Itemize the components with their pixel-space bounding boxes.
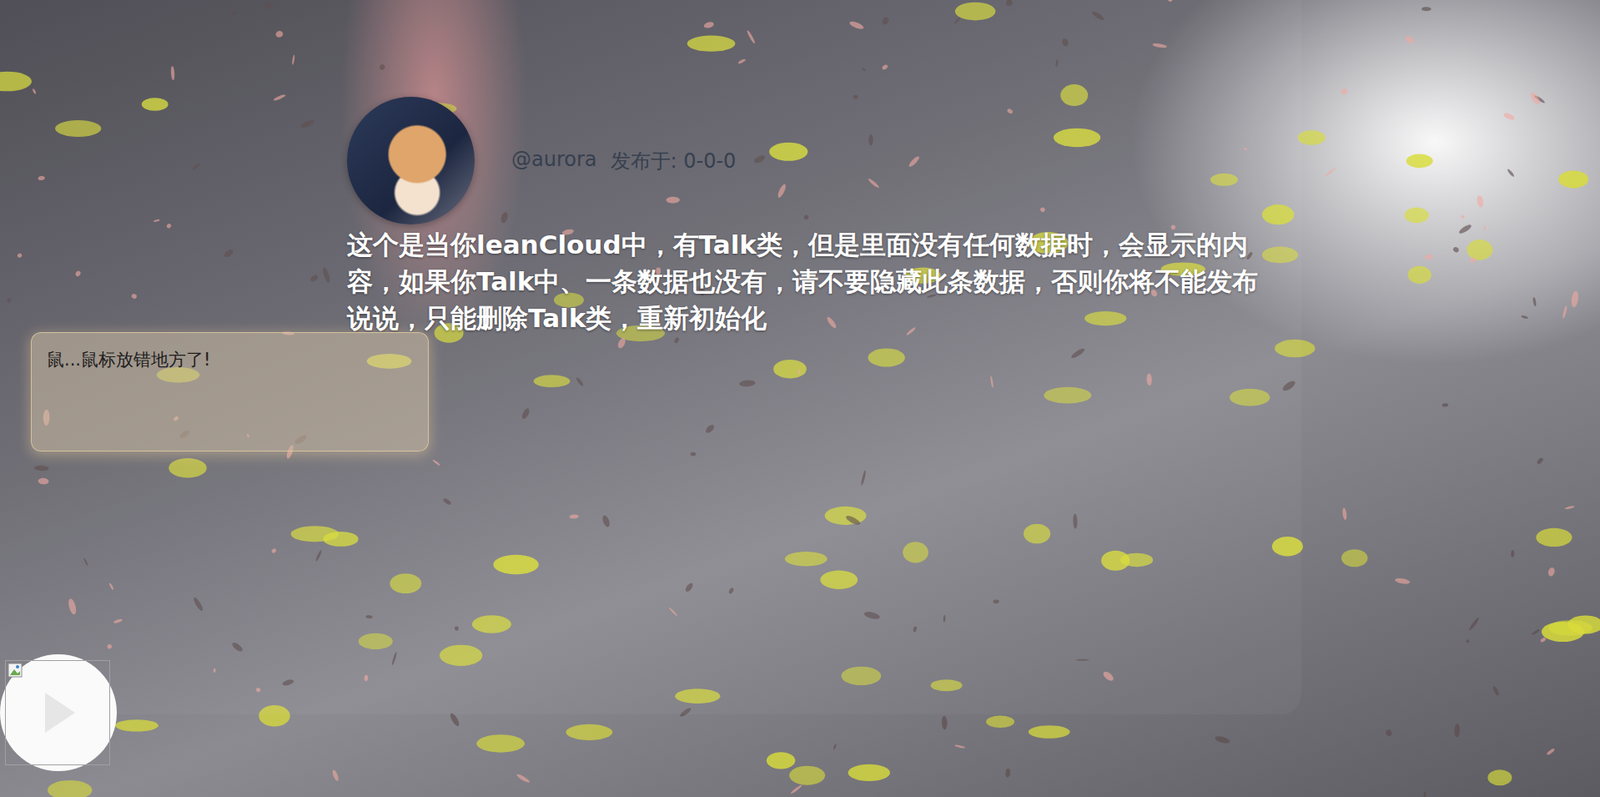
play-icon (38, 689, 79, 736)
post-meta: @aurora 发布于: 0-0-0 (511, 147, 736, 175)
author-name: @aurora (511, 147, 598, 175)
mascot-tooltip: 鼠...鼠标放错地方了! (30, 332, 429, 452)
post-content: 这个是当你leanCloud中，有Talk类，但是里面没有任何数据时，会显示的内… (347, 226, 1282, 337)
play-button[interactable] (0, 654, 117, 771)
music-player (0, 654, 117, 771)
post-header: @aurora 发布于: 0-0-0 (347, 96, 1302, 225)
author-avatar (347, 96, 475, 225)
broken-image (5, 659, 111, 765)
publish-date: 发布于: 0-0-0 (610, 147, 737, 175)
broken-image-icon (7, 662, 25, 680)
talk-page: @aurora 发布于: 0-0-0 这个是当你leanCloud中，有Talk类，… (0, 0, 1600, 797)
